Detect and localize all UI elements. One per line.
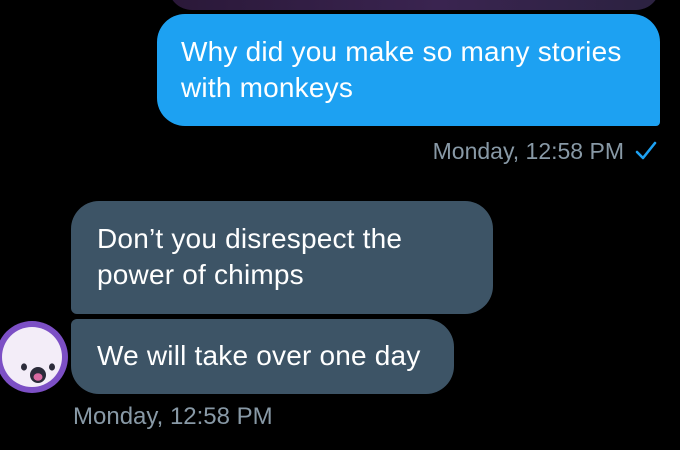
checkmark-icon <box>634 139 658 163</box>
outgoing-message-text: Why did you make so many stories with mo… <box>181 36 622 103</box>
face-avatar-icon <box>2 327 62 387</box>
outgoing-message-bubble[interactable]: Why did you make so many stories with mo… <box>157 14 660 126</box>
incoming-message-text: Don’t you disrespect the power of chimps <box>97 223 403 290</box>
incoming-timestamp: Monday, 12:58 PM <box>73 403 273 430</box>
outgoing-message-meta: Monday, 12:58 PM <box>433 134 658 168</box>
sender-avatar[interactable] <box>0 321 68 393</box>
incoming-message-bubble[interactable]: We will take over one day <box>71 319 454 394</box>
previous-message-bubble[interactable] <box>168 0 660 10</box>
outgoing-timestamp: Monday, 12:58 PM <box>432 137 624 164</box>
incoming-message-text: We will take over one day <box>97 340 421 371</box>
incoming-message-bubble[interactable]: Don’t you disrespect the power of chimps <box>71 201 493 314</box>
